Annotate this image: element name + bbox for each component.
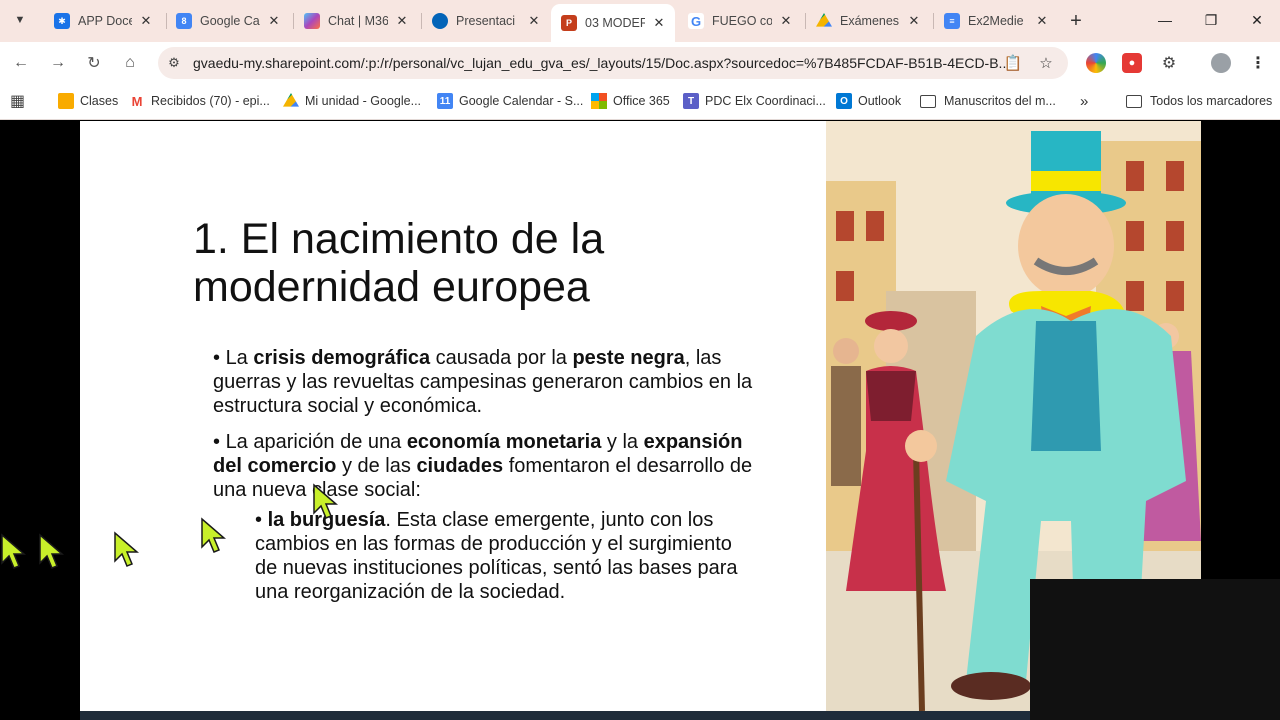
- bookmark-pdc-elx[interactable]: T PDC Elx Coordinaci...: [683, 92, 826, 110]
- minimize-button[interactable]: —: [1142, 6, 1188, 34]
- mouse-cursor-icon: [39, 533, 65, 569]
- folder-icon: [920, 94, 936, 108]
- extension-color-icon[interactable]: [1086, 53, 1106, 73]
- bookmarks-bar: ▦ Clases M Recibidos (70) - epi... Mi un…: [0, 84, 1280, 120]
- close-icon[interactable]: ✕: [526, 13, 542, 29]
- tab-title: APP Docen: [78, 14, 132, 28]
- close-icon[interactable]: ✕: [138, 13, 154, 29]
- tab-title: Google Ca: [200, 14, 260, 28]
- close-icon[interactable]: ✕: [394, 13, 410, 29]
- tab-title: Chat | M36: [328, 14, 388, 28]
- tab-title: Ex2Medie: [968, 14, 1024, 28]
- teams-icon: T: [683, 93, 699, 109]
- bookmark-star-icon[interactable]: ☆: [1036, 53, 1056, 73]
- more-bookmarks-button[interactable]: »: [1080, 92, 1088, 110]
- tab-app-docente[interactable]: ✱ APP Docen ✕: [44, 6, 162, 36]
- tab-search-chevron-icon[interactable]: ▼: [8, 8, 32, 32]
- mouse-cursor-icon: [1, 533, 27, 569]
- apps-grid-icon[interactable]: ▦: [10, 92, 25, 110]
- tab-strip: ▼ ✱ APP Docen ✕ 8 Google Ca ✕ Chat | M36…: [0, 0, 1280, 42]
- clipboard-icon[interactable]: 📋: [1003, 53, 1023, 73]
- new-tab-button[interactable]: +: [1064, 9, 1088, 33]
- restore-button[interactable]: ❐: [1188, 6, 1234, 34]
- powerpoint-icon: P: [561, 15, 577, 31]
- office-icon: [591, 93, 607, 109]
- bookmark-manuscritos[interactable]: Manuscritos del m...: [920, 92, 1056, 110]
- tab-title: 03 MODER: [585, 16, 645, 30]
- bookmark-gmail[interactable]: M Recibidos (70) - epi...: [129, 92, 270, 110]
- gmail-icon: M: [129, 93, 145, 109]
- google-docs-icon: ≡: [944, 13, 960, 29]
- outlook-icon: O: [836, 93, 852, 109]
- tab-title: Exámenes: [840, 14, 900, 28]
- tab-ex2medieval[interactable]: ≡ Ex2Medie ✕: [934, 6, 1058, 36]
- google-calendar-icon: 11: [437, 93, 453, 109]
- home-icon[interactable]: ⌂: [117, 50, 143, 76]
- mouse-cursor-icon: [313, 483, 339, 519]
- presentation-viewer: 1. El nacimiento de la modernidad europe…: [0, 121, 1280, 720]
- forward-icon[interactable]: →: [45, 50, 71, 76]
- close-icon[interactable]: ✕: [651, 15, 667, 31]
- tab-title: Presentaci: [456, 14, 516, 28]
- camera-overlay: [1030, 579, 1280, 720]
- tab-presentacion[interactable]: Presentaci ✕: [422, 6, 550, 36]
- google-drive-icon: [283, 93, 299, 107]
- close-icon[interactable]: ✕: [778, 13, 794, 29]
- bookmark-office-365[interactable]: Office 365: [591, 92, 670, 110]
- browser-toolbar: ← → ↻ ⌂ ⚙ gvaedu-my.sharepoint.com/:p:/r…: [0, 42, 1280, 84]
- close-icon[interactable]: ✕: [1034, 13, 1050, 29]
- close-window-button[interactable]: ✕: [1234, 6, 1280, 34]
- site-info-icon[interactable]: ⚙: [166, 55, 182, 71]
- extension-record-icon[interactable]: ●: [1122, 53, 1142, 73]
- close-icon[interactable]: ✕: [266, 13, 282, 29]
- bullet-crisis-demografica: • La crisis demográfica causada por la p…: [213, 347, 753, 417]
- bookmark-google-calendar[interactable]: 11 Google Calendar - S...: [437, 92, 583, 110]
- google-calendar-icon: 8: [176, 13, 192, 29]
- menu-kebab-icon[interactable]: ⋮: [1248, 53, 1268, 73]
- bookmark-clases[interactable]: Clases: [58, 92, 118, 110]
- tab-fuego[interactable]: G FUEGO co ✕: [678, 6, 802, 36]
- close-icon[interactable]: ✕: [906, 13, 922, 29]
- copilot-icon: [304, 13, 320, 29]
- address-bar[interactable]: ⚙ gvaedu-my.sharepoint.com/:p:/r/persona…: [158, 47, 1068, 79]
- mouse-cursor-icon: [201, 517, 227, 553]
- folder-icon: [1126, 94, 1142, 108]
- bookmark-mi-unidad[interactable]: Mi unidad - Google...: [283, 92, 421, 110]
- google-icon: G: [688, 13, 704, 29]
- tab-google-calendar[interactable]: 8 Google Ca ✕: [166, 6, 290, 36]
- back-icon[interactable]: ←: [8, 50, 34, 76]
- tab-chat-m365[interactable]: Chat | M36 ✕: [294, 6, 418, 36]
- reload-icon[interactable]: ↻: [81, 50, 107, 76]
- tab-03-modernidad[interactable]: P 03 MODER ✕: [551, 4, 675, 42]
- tab-title: FUEGO co: [712, 14, 772, 28]
- onedrive-icon: [432, 13, 448, 29]
- slide-bullets: • La crisis demográfica causada por la p…: [213, 346, 753, 616]
- tab-examenes[interactable]: Exámenes ✕: [806, 6, 930, 36]
- extensions-puzzle-icon[interactable]: ⚙: [1159, 53, 1179, 73]
- bookmark-outlook[interactable]: O Outlook: [836, 92, 901, 110]
- folder-icon: [58, 93, 74, 109]
- app-icon: ✱: [54, 13, 70, 29]
- google-drive-icon: [816, 13, 832, 27]
- mouse-cursor-icon: [114, 531, 140, 567]
- all-bookmarks-button[interactable]: Todos los marcadores: [1126, 92, 1272, 110]
- slide-title: 1. El nacimiento de la modernidad europe…: [193, 215, 605, 311]
- bullet-economia-monetaria: • La aparición de una economía monetaria…: [213, 431, 753, 603]
- url-text[interactable]: gvaedu-my.sharepoint.com/:p:/r/personal/…: [193, 55, 1010, 71]
- profile-avatar[interactable]: [1211, 53, 1231, 73]
